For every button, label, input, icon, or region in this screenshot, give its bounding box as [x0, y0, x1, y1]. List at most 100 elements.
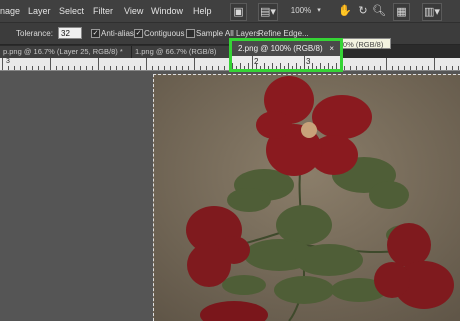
ruler-tick — [252, 56, 253, 69]
ruler-tick — [272, 63, 273, 69]
ruler-tick — [316, 66, 317, 69]
ruler-tick — [44, 66, 45, 70]
ruler-tick — [344, 66, 345, 70]
antialias-label: Anti-alias — [101, 29, 134, 38]
arrange-documents-icon[interactable]: ▦ — [393, 3, 410, 21]
ruler-tick — [14, 66, 15, 70]
ruler-tick — [392, 66, 393, 70]
ruler-tick — [410, 66, 411, 70]
tab-document-2[interactable]: 2.png @ 100% (RGB/8) × — [232, 41, 340, 56]
ruler-tick — [68, 66, 69, 70]
tab-label: 1.png @ 66.7% (RGB/8) — [135, 47, 217, 56]
menu-view[interactable]: View — [124, 6, 143, 16]
antialias-checkbox[interactable]: ✓ — [91, 29, 100, 38]
ruler-tick — [98, 58, 99, 70]
ruler-tick — [336, 63, 337, 69]
ruler-tick — [20, 66, 21, 70]
ruler-tick — [50, 58, 51, 70]
menu-image[interactable]: nage — [0, 6, 20, 16]
ruler-tick — [332, 66, 333, 69]
ruler-tick — [158, 66, 159, 70]
ruler-tick — [244, 66, 245, 69]
hand-tool-icon[interactable]: ✋ — [338, 3, 352, 19]
ruler-tick — [386, 58, 387, 70]
rotate-view-icon[interactable]: ↻ — [356, 3, 370, 19]
ruler-tick — [434, 58, 435, 70]
ruler-tick — [264, 63, 265, 69]
ruler-tick — [304, 56, 305, 69]
ruler-tick — [368, 66, 369, 70]
tab-document-1[interactable]: 1.png @ 66.7% (RGB/8) — [132, 46, 230, 58]
menu-help[interactable]: Help — [193, 6, 212, 16]
zoom-level[interactable]: 100% — [289, 3, 313, 19]
ruler-tick — [292, 66, 293, 69]
zoom-dropdown-icon[interactable]: ▾ — [315, 3, 323, 19]
screen-mode-icon[interactable]: ▤▾ — [258, 3, 278, 21]
menu-select[interactable]: Select — [59, 6, 84, 16]
ruler-number: 3 — [6, 58, 10, 65]
tolerance-label: Tolerance: — [16, 29, 53, 38]
bridge-icon[interactable]: ▣ — [230, 3, 247, 21]
ruler-tick — [92, 66, 93, 70]
ruler-tick — [256, 63, 257, 69]
ruler-tick — [224, 66, 225, 70]
ruler-tick — [232, 63, 233, 69]
ruler-tick — [2, 58, 3, 70]
ruler-tick — [140, 66, 141, 70]
tolerance-input[interactable]: 32 — [58, 27, 82, 39]
ruler-tick — [74, 66, 75, 70]
ruler-tick — [362, 66, 363, 70]
ruler-tick — [182, 66, 183, 70]
ruler-tick — [248, 63, 249, 69]
tab-close-icon[interactable]: × — [329, 41, 334, 56]
ruler-tick — [170, 66, 171, 70]
ruler-tick — [128, 66, 129, 70]
ruler-tick — [440, 66, 441, 70]
tab-document-p[interactable]: p.png @ 16.7% (Layer 25, RGB/8) * — [0, 46, 132, 58]
ruler-tick — [194, 58, 195, 70]
flower-artwork — [154, 75, 460, 321]
zoom-tool-icon[interactable]: 🔍︎ — [372, 3, 386, 19]
tab-label: p.png @ 16.7% (Layer 25, RGB/8) * — [3, 47, 123, 56]
sample-all-layers-checkbox[interactable] — [186, 29, 195, 38]
menu-layer[interactable]: Layer — [28, 6, 51, 16]
ruler-tick — [300, 66, 301, 69]
ruler-tick — [26, 66, 27, 70]
ruler-tick — [284, 66, 285, 69]
ruler-tick — [280, 63, 281, 69]
menu-bar: nage Layer Select Filter View Window Hel… — [0, 0, 460, 23]
ruler-tick — [122, 66, 123, 70]
ruler-tick — [62, 66, 63, 70]
ruler-tick — [110, 66, 111, 70]
ruler-tick — [404, 66, 405, 70]
contiguous-checkbox[interactable]: ✓ — [134, 29, 143, 38]
menu-window[interactable]: Window — [151, 6, 183, 16]
pressed-flower-image[interactable] — [153, 74, 460, 321]
ruler-tick — [452, 66, 453, 70]
ruler-tick — [374, 66, 375, 70]
active-tab-highlight: 2.png @ 100% (RGB/8) × 2 3 — [229, 38, 343, 72]
ruler-tick — [56, 66, 57, 70]
ruler-tick — [8, 66, 9, 70]
ruler-tick — [152, 66, 153, 70]
ruler-tick — [380, 66, 381, 70]
ruler-tick — [416, 66, 417, 70]
ruler-tick — [176, 66, 177, 70]
ruler-tick — [134, 66, 135, 70]
ruler-tick — [356, 66, 357, 70]
menu-filter[interactable]: Filter — [93, 6, 113, 16]
ruler-tick — [328, 63, 329, 69]
ruler-tick — [260, 66, 261, 69]
ruler-tick — [32, 66, 33, 70]
extras-icon[interactable]: ▥▾ — [422, 3, 442, 21]
ruler-tick — [312, 63, 313, 69]
ruler-tick — [350, 66, 351, 70]
tab-label: 2.png @ 100% (RGB/8) — [238, 44, 323, 53]
ruler-tick — [80, 66, 81, 70]
ruler-tick — [236, 66, 237, 69]
ruler-tick — [398, 66, 399, 70]
ruler-tick — [428, 66, 429, 70]
ruler-tick — [288, 63, 289, 69]
ruler-tick — [296, 63, 297, 69]
refine-edge-button[interactable]: Refine Edge... — [258, 29, 309, 38]
